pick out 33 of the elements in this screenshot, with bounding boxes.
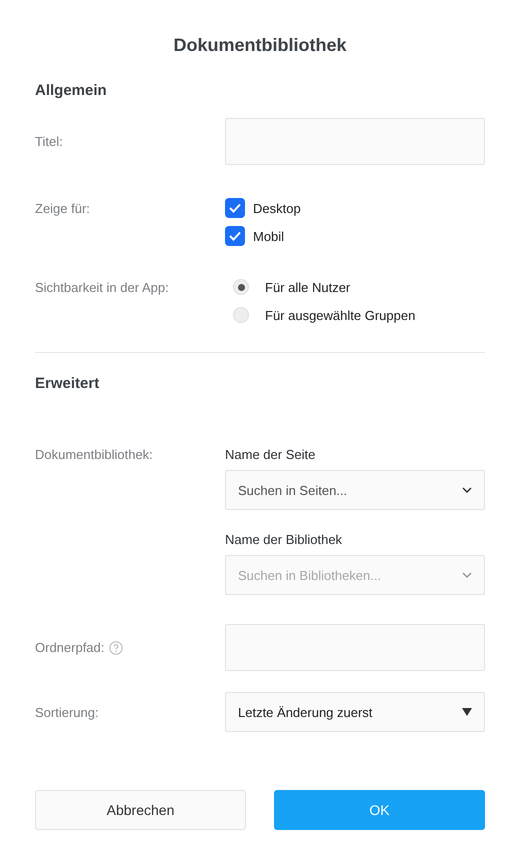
field-label: Zeige für: [35,200,91,218]
checkbox[interactable] [225,226,245,246]
radio-label: Für alle Nutzer [265,280,350,294]
chevron-down-icon [462,487,472,493]
chevron-down-icon [462,572,472,578]
select-label: Name der Seite [225,447,316,462]
field-label: Sichtbarkeit in der App: [35,278,170,297]
triangle-down-icon [462,708,472,716]
title-input-field[interactable] [225,118,485,165]
select-placeholder: Suchen in Seiten... [238,482,348,498]
section-heading: Allgemein [35,82,108,99]
field-label: Sortierung: [35,704,100,720]
radio-label: Für ausgewählte Gruppen [265,308,416,322]
radio-button[interactable] [233,279,249,295]
section-heading: Erweitert [35,375,100,392]
sort-dropdown[interactable]: Letzte Änderung zuerst [225,692,485,732]
select-label: Name der Bibliothek [225,532,344,547]
checkbox-label: Mobil [253,228,284,244]
dropdown-value: Letzte Änderung zuerst [238,704,372,720]
folder-path-input-field[interactable] [225,624,485,671]
cancel-button[interactable]: Abbrechen [35,790,246,830]
field-label: Ordnerpfad: [35,640,104,655]
help-icon[interactable] [109,640,124,654]
field-label: Titel: [35,134,64,149]
select-placeholder: Suchen in Bibliotheken... [238,568,382,582]
dialog-title: Dokumentbibliothek [172,35,348,56]
checkbox[interactable] [225,198,245,218]
checkbox-label: Desktop [253,200,301,216]
field-label: Dokumentbibliothek: [35,447,154,462]
search-select[interactable]: Suchen in Seiten... [225,470,485,510]
radio-button[interactable] [233,307,249,323]
checkmark-icon [229,231,241,241]
checkmark-icon [229,203,241,213]
